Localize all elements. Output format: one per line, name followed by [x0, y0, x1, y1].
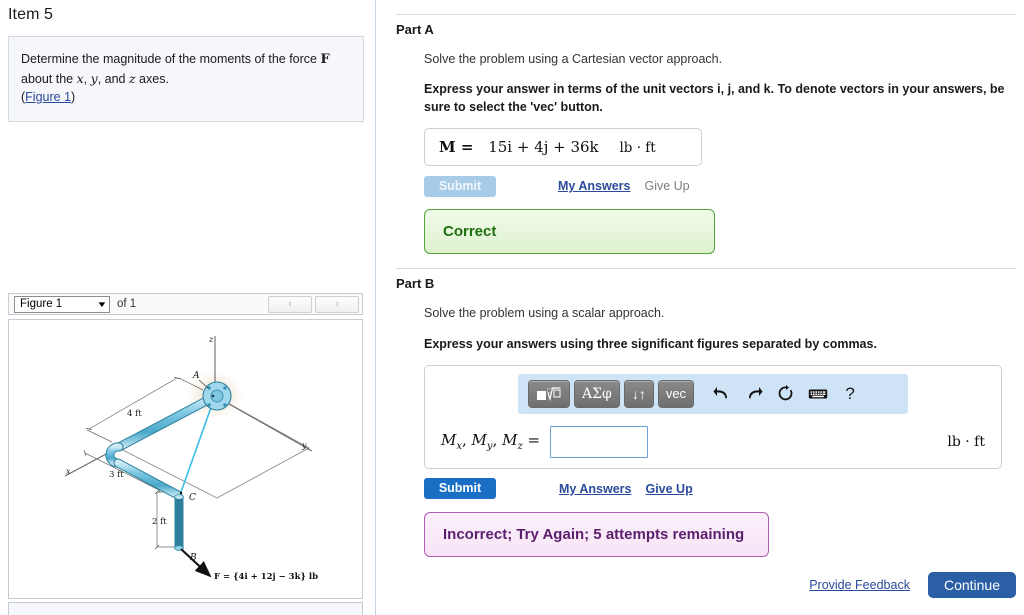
- part-b-feedback-text: Incorrect; Try Again; 5 attempts remaini…: [443, 525, 745, 543]
- help-icon[interactable]: ?: [836, 380, 864, 408]
- part-a-answer-value: 15i + 4j + 36k: [488, 138, 599, 157]
- continue-button[interactable]: Continue: [927, 572, 1016, 598]
- right-panel: Part A Solve the problem using a Cartesi…: [376, 0, 1024, 615]
- chevron-left-icon[interactable]: ‹: [268, 295, 312, 313]
- part-b-input-row: Mx, My, Mz = lb · ft: [437, 425, 989, 458]
- undo-icon[interactable]: [708, 380, 736, 408]
- part-a-answer-display: M = 15i + 4j + 36k lb · ft: [424, 128, 702, 167]
- axis-var-x: x: [76, 70, 84, 86]
- footer-bar: Provide Feedback Continue: [809, 572, 1016, 598]
- question-text-1: Determine the magnitude of the moments o…: [21, 52, 321, 66]
- template-icon[interactable]: □: [528, 379, 570, 408]
- point-label-c: C: [189, 493, 196, 503]
- keyboard-icon[interactable]: [804, 380, 832, 408]
- part-a-submit-button[interactable]: Submit: [424, 175, 496, 197]
- reset-icon[interactable]: [772, 380, 800, 408]
- dimension-4ft: 4 ft: [127, 409, 142, 419]
- part-b-submit-button[interactable]: Submit: [424, 478, 496, 500]
- part-a-action-row: Submit My Answers Give Up: [424, 175, 1016, 197]
- left-panel: Item 5 Determine the magnitude of the mo…: [0, 0, 376, 615]
- part-a-answer-symbol: M =: [439, 138, 474, 157]
- axis-var-z: z: [128, 70, 136, 86]
- part-b-answer-label: Mx, My, Mz =: [441, 431, 541, 453]
- chevron-right-icon[interactable]: ›: [315, 295, 359, 313]
- part-a-body: Solve the problem using a Cartesian vect…: [396, 50, 1016, 255]
- part-a-instruction: Express your answer in terms of the unit…: [424, 82, 1005, 115]
- part-a-heading: Part A: [396, 22, 434, 37]
- axis-label-z: z: [208, 335, 214, 344]
- axis-label-x: x: [66, 467, 71, 476]
- provide-feedback-link[interactable]: Provide Feedback: [809, 578, 910, 592]
- dimension-3ft: 3 ft: [109, 470, 124, 480]
- part-b-answer-editor: □ ΑΣφ ↓↑ vec ? Mx, My, Mz = lb · ft: [424, 364, 1002, 469]
- part-b-prompt: Solve the problem using a scalar approac…: [424, 306, 665, 321]
- undo-glyph: [713, 386, 728, 399]
- greek-letters-button[interactable]: ΑΣφ: [574, 379, 620, 408]
- part-a-feedback-text: Correct: [443, 223, 497, 241]
- part-b-heading: Part B: [396, 276, 435, 292]
- question-text-3: axes.: [135, 71, 169, 86]
- math-toolbar: □ ΑΣφ ↓↑ vec ?: [518, 373, 908, 414]
- figure-count-label: of 1: [117, 298, 137, 310]
- page-title: Item 5: [8, 6, 54, 23]
- figure-link[interactable]: Figure 1: [25, 90, 71, 104]
- arrows-button[interactable]: ↓↑: [623, 379, 654, 408]
- axis-var-y: y: [90, 70, 98, 86]
- sep-2: , and: [97, 71, 129, 86]
- keyboard-glyph: [808, 389, 828, 399]
- sep-1: ,: [83, 71, 91, 86]
- figure-image[interactable]: z y x 4 ft 3 ft 2 ft A B C F = {4i + 12j…: [8, 319, 363, 599]
- force-vector-label: F = {4i + 12j − 3k} lb: [214, 572, 318, 582]
- vec-button[interactable]: vec: [657, 379, 695, 408]
- axis-label-y: y: [301, 441, 307, 450]
- divider-middle: [396, 268, 1016, 270]
- redo-glyph: [749, 386, 763, 399]
- point-label-a: A: [192, 371, 200, 381]
- paren-close: ): [71, 90, 76, 105]
- force-symbol: F: [320, 52, 330, 67]
- part-b-feedback-incorrect: Incorrect; Try Again; 5 attempts remaini…: [424, 511, 769, 557]
- part-b-action-row: Submit My Answers Give Up: [424, 478, 1016, 500]
- pipe-assembly-diagram: z y x 4 ft 3 ft 2 ft A B C F = {4i + 12j…: [64, 335, 318, 582]
- figure-bottom-strip: [8, 602, 363, 615]
- dimension-2ft: 2 ft: [152, 517, 167, 527]
- question-statement: Determine the magnitude of the moments o…: [8, 36, 364, 122]
- part-b-give-up-link[interactable]: Give Up: [645, 482, 692, 496]
- figure-toolbar: Figure 1 ▼ of 1 ‹ ›: [8, 293, 363, 315]
- part-b-answer-unit: lb · ft: [947, 433, 985, 450]
- part-a-prompt: Solve the problem using a Cartesian vect…: [424, 52, 723, 66]
- divider-top: [396, 14, 1016, 15]
- part-a-give-up-link: Give Up: [644, 179, 690, 194]
- figure-select-value: Figure 1: [20, 298, 63, 310]
- part-b-my-answers-link[interactable]: My Answers: [559, 482, 631, 496]
- part-b-body: Solve the problem using a scalar approac…: [396, 304, 1016, 557]
- chevron-down-icon: ▼: [96, 299, 108, 309]
- part-a-answer-unit: lb · ft: [619, 140, 656, 157]
- figure-select[interactable]: Figure 1 ▼: [14, 295, 110, 313]
- part-b-answer-input[interactable]: [550, 425, 649, 458]
- redo-icon[interactable]: [740, 380, 768, 408]
- part-a-my-answers-link[interactable]: My Answers: [558, 179, 630, 193]
- part-b-instruction: Express your answers using three signifi…: [424, 336, 877, 351]
- reset-glyph: [778, 385, 793, 401]
- part-a-feedback-correct: Correct: [424, 209, 715, 255]
- question-text-2: about the: [21, 71, 77, 86]
- item-page: Item 5 Determine the magnitude of the mo…: [0, 0, 1024, 615]
- template-glyph: □: [537, 387, 561, 401]
- figure-nav: ‹ ›: [268, 295, 360, 313]
